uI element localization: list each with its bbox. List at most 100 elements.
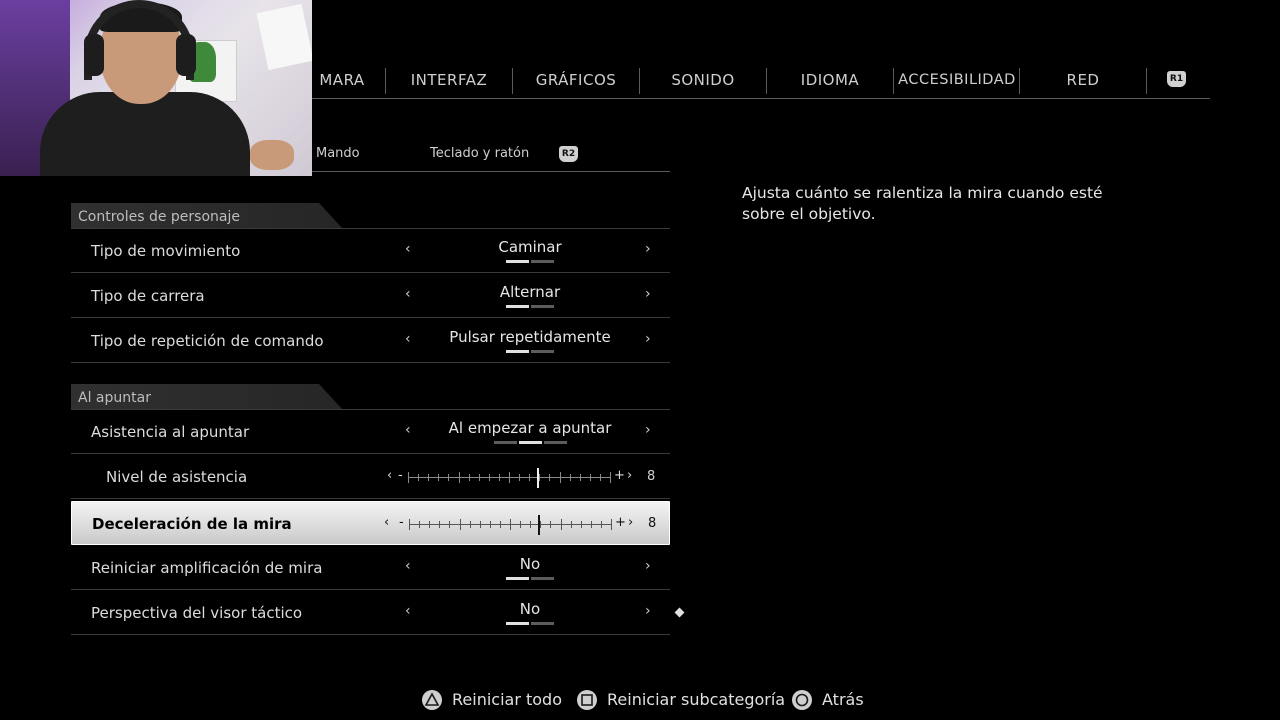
slider-tick bbox=[468, 474, 470, 481]
slider-tick bbox=[519, 474, 521, 481]
setting-description: Ajusta cuánto se ralentiza la mira cuand… bbox=[742, 184, 1103, 223]
subtab-teclado-raton[interactable]: Teclado y ratón bbox=[430, 146, 529, 161]
slider-tick bbox=[590, 521, 592, 528]
slider-value: 8 bbox=[647, 469, 656, 484]
slider-thumb[interactable] bbox=[537, 468, 540, 488]
slider-tick bbox=[540, 521, 542, 528]
slider-right-arrow-icon[interactable]: › bbox=[628, 515, 633, 530]
slider-tick bbox=[580, 521, 582, 528]
webcam-overlay bbox=[0, 0, 312, 176]
slider-tick bbox=[498, 474, 500, 481]
r2-button-icon[interactable]: R2 bbox=[559, 146, 578, 162]
setting-row-tipo-movimiento[interactable]: Tipo de movimiento ‹ Caminar › bbox=[71, 229, 670, 273]
tab-interfaz[interactable]: INTERFAZ bbox=[386, 62, 512, 98]
slider-tick bbox=[570, 521, 572, 528]
back-button[interactable]: Atrás bbox=[792, 686, 872, 716]
slider-tick bbox=[438, 474, 440, 481]
setting-label: Tipo de movimiento bbox=[91, 242, 241, 260]
slider-tick bbox=[600, 521, 602, 528]
setting-label: Tipo de carrera bbox=[91, 287, 205, 305]
slider-tick bbox=[520, 521, 522, 528]
slider-tick bbox=[479, 521, 481, 528]
setting-value: No bbox=[519, 600, 541, 618]
setting-value: No bbox=[519, 555, 541, 573]
slider-tick bbox=[429, 521, 431, 528]
slider-tick bbox=[579, 474, 581, 481]
slider-tick bbox=[489, 521, 491, 528]
circle-button-icon bbox=[792, 690, 812, 710]
setting-label: Tipo de repetición de comando bbox=[91, 332, 324, 350]
slider-minus-icon: - bbox=[399, 515, 404, 530]
setting-row-asistencia[interactable]: Asistencia al apuntar ‹ Al empezar a apu… bbox=[71, 410, 670, 454]
setting-label: Reiniciar amplificación de mira bbox=[91, 559, 323, 577]
slider-left-arrow-icon[interactable]: ‹ bbox=[384, 515, 389, 530]
tab-camara[interactable]: MARA bbox=[312, 62, 372, 98]
slider-tick bbox=[529, 474, 531, 481]
slider-tick bbox=[488, 474, 490, 481]
slider-left-arrow-icon[interactable]: ‹ bbox=[387, 468, 392, 483]
setting-label: Perspectiva del visor táctico bbox=[91, 604, 303, 622]
setting-row-reiniciar-amplificacion[interactable]: Reiniciar amplificación de mira ‹ No › bbox=[71, 546, 670, 590]
slider-tick bbox=[569, 474, 571, 481]
arrow-right-icon[interactable]: › bbox=[645, 603, 651, 619]
arrow-right-icon[interactable]: › bbox=[645, 331, 651, 347]
arrow-right-icon[interactable]: › bbox=[645, 422, 651, 438]
section-header-apuntar: Al apuntar bbox=[71, 384, 343, 410]
slider-tick bbox=[419, 521, 421, 528]
slider-plus-icon: + bbox=[615, 515, 626, 530]
arrow-right-icon[interactable]: › bbox=[645, 286, 651, 302]
square-button-icon bbox=[577, 690, 597, 710]
slider-tick bbox=[611, 519, 612, 530]
webcam-poster bbox=[256, 3, 312, 71]
tab-idioma[interactable]: IDIOMA bbox=[767, 62, 893, 98]
tab-graficos[interactable]: GRÁFICOS bbox=[513, 62, 639, 98]
tab-red[interactable]: RED bbox=[1020, 62, 1146, 98]
subtab-mando[interactable]: Mando bbox=[316, 146, 360, 161]
slider-tick bbox=[448, 474, 450, 481]
back-label: Atrás bbox=[822, 690, 864, 709]
headset-earcup-right bbox=[176, 34, 196, 76]
slider-plus-icon: + bbox=[614, 468, 625, 483]
slider-thumb[interactable] bbox=[538, 515, 541, 535]
headset-earcup-left bbox=[84, 34, 104, 76]
slider-tick bbox=[409, 519, 410, 530]
tab-sonido[interactable]: SONIDO bbox=[640, 62, 766, 98]
scroll-diamond-icon bbox=[674, 607, 685, 618]
slider-tick bbox=[510, 519, 511, 530]
reset-all-button[interactable]: Reiniciar todo bbox=[422, 686, 562, 716]
slider-minus-icon: - bbox=[398, 468, 403, 483]
reset-subcategory-label: Reiniciar subcategoría bbox=[607, 690, 786, 709]
setting-row-perspectiva-visor[interactable]: Perspectiva del visor táctico ‹ No › bbox=[71, 591, 670, 635]
slider-tick bbox=[530, 521, 532, 528]
setting-label: Nivel de asistencia bbox=[106, 468, 248, 486]
setting-row-tipo-carrera[interactable]: Tipo de carrera ‹ Alternar › bbox=[71, 274, 670, 318]
slider-tick bbox=[610, 472, 611, 483]
r1-button-icon[interactable]: R1 bbox=[1167, 71, 1186, 87]
slider-tick bbox=[599, 474, 601, 481]
slider-tick bbox=[458, 472, 460, 483]
arrow-right-icon[interactable]: › bbox=[645, 558, 651, 574]
arrow-right-icon[interactable]: › bbox=[645, 241, 651, 257]
slider-tick bbox=[408, 472, 409, 483]
settings-tab-bar: MARA INTERFAZ GRÁFICOS SONIDO IDIOMA ACC… bbox=[312, 62, 1210, 99]
slider-tick bbox=[589, 474, 591, 481]
assist-level-slider[interactable]: ‹ - + › bbox=[381, 468, 651, 488]
setting-row-deceleracion[interactable]: Deceleración de la mira ‹ - + › 8 bbox=[71, 501, 670, 545]
slider-tick bbox=[539, 474, 541, 481]
footer-button-bar: Reiniciar todo Reiniciar subcategoría At… bbox=[0, 686, 1280, 716]
tab-separator bbox=[1146, 68, 1147, 94]
tab-accesibilidad[interactable]: ACCESIBILIDAD bbox=[894, 62, 1020, 98]
slider-tick bbox=[550, 521, 552, 528]
option-indicator bbox=[401, 350, 659, 369]
input-subtab-bar: Mando Teclado y ratón R2 bbox=[312, 138, 670, 172]
deceleration-slider[interactable]: ‹ - + › bbox=[382, 515, 652, 535]
setting-label: Asistencia al apuntar bbox=[91, 423, 250, 441]
reset-subcategory-button[interactable]: Reiniciar subcategoría bbox=[577, 686, 785, 716]
setting-value: Alternar bbox=[499, 283, 561, 301]
setting-row-tipo-repeticion[interactable]: Tipo de repetición de comando ‹ Pulsar r… bbox=[71, 319, 670, 363]
slider-right-arrow-icon[interactable]: › bbox=[627, 468, 632, 483]
slider-tick bbox=[439, 521, 441, 528]
setting-row-nivel-asistencia[interactable]: Nivel de asistencia ‹ - + › 8 bbox=[71, 455, 670, 499]
setting-value: Caminar bbox=[498, 238, 562, 256]
slider-tick bbox=[459, 519, 461, 530]
